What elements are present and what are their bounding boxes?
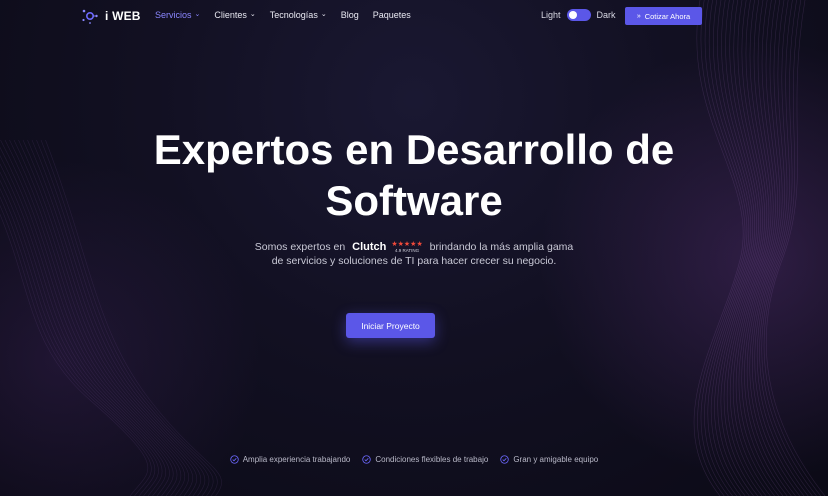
nav-item-label: Servicios xyxy=(155,10,192,20)
nav-item-label: Tecnologías xyxy=(269,10,318,20)
wave-line xyxy=(756,0,809,496)
hero-sub-before: Somos expertos en xyxy=(254,241,346,253)
feature-label: Amplia experiencia trabajando xyxy=(242,455,351,464)
feature-list: Amplia experiencia trabajando Condicione… xyxy=(0,455,828,464)
wave-line xyxy=(700,0,748,496)
clutch-rating-text: 4.9 RATING xyxy=(394,247,420,253)
wave-line xyxy=(723,0,762,496)
feature-label: Condiciones flexibles de trabajo xyxy=(375,455,489,464)
cotizar-ahora-label: Cotizar Ahora xyxy=(644,11,691,21)
wave-line xyxy=(714,0,755,496)
wave-line xyxy=(749,0,796,496)
feature-item: Gran y amigable equipo xyxy=(500,455,598,464)
star-rating-icon: ★★★★★ xyxy=(391,240,423,248)
wave-line xyxy=(761,0,817,496)
theme-dark-label: Dark xyxy=(596,10,616,20)
chevron-down-icon: ⌄ xyxy=(194,10,201,18)
check-circle-icon xyxy=(500,455,509,464)
clutch-badge[interactable]: Clutch ★★★★★ 4.9 RATING xyxy=(352,240,423,254)
feature-item: Condiciones flexibles de trabajo xyxy=(362,455,488,464)
iniciar-proyecto-label: Iniciar Proyecto xyxy=(361,320,420,331)
wave-line xyxy=(741,0,784,496)
wave-line xyxy=(754,0,805,496)
check-circle-icon xyxy=(362,455,372,464)
wave-line xyxy=(732,0,771,496)
wave-line xyxy=(704,0,750,496)
wave-line xyxy=(707,0,752,496)
nav-item-label: Clientes xyxy=(214,10,247,20)
wave-line xyxy=(697,0,746,496)
nav-item-clientes[interactable]: Clientes ⌄ xyxy=(214,10,255,20)
nav-item-label: Blog xyxy=(340,10,359,20)
chevron-down-icon: ⌄ xyxy=(320,10,327,18)
brand-logo[interactable]: i WEB xyxy=(81,7,141,25)
theme-toggle[interactable] xyxy=(566,9,591,21)
wave-line xyxy=(746,0,792,496)
wave-line xyxy=(693,0,744,496)
wave-line xyxy=(720,0,759,496)
hero-title-line1: Expertos en Desarrollo de xyxy=(153,126,675,173)
wave-line xyxy=(765,0,826,496)
nav-item-label: Paquetes xyxy=(372,10,411,20)
theme-light-label: Light xyxy=(541,10,561,20)
wave-line xyxy=(759,0,813,496)
top-nav: i WEB Servicios ⌄ Clientes ⌄ Tecnologías… xyxy=(0,0,828,32)
hero-title: Expertos en Desarrollo de Software xyxy=(0,124,828,226)
iniciar-proyecto-button[interactable]: Iniciar Proyecto xyxy=(346,313,435,338)
feature-label: Gran y amigable equipo xyxy=(513,455,599,464)
wave-line xyxy=(710,0,753,496)
wave-line xyxy=(717,0,757,496)
wave-line xyxy=(763,0,822,496)
clutch-rating: ★★★★★ 4.9 RATING xyxy=(391,241,422,254)
wave-line xyxy=(726,0,764,496)
wave-line xyxy=(751,0,801,496)
main-menu: Servicios ⌄ Clientes ⌄ Tecnologías ⌄ Blo… xyxy=(155,10,411,20)
cotizar-ahora-button[interactable]: » Cotizar Ahora xyxy=(625,7,702,25)
nav-item-blog[interactable]: Blog xyxy=(341,10,359,20)
feature-item: Amplia experiencia trabajando xyxy=(230,455,351,464)
brand-name: i WEB xyxy=(105,9,141,23)
nav-item-tecnologias[interactable]: Tecnologías ⌄ xyxy=(270,10,327,20)
hero-title-line2: Software xyxy=(325,177,503,224)
hero-subtitle: Somos expertos en Clutch ★★★★★ 4.9 RATIN… xyxy=(248,240,580,268)
check-circle-icon xyxy=(230,455,239,464)
clutch-logo: Clutch xyxy=(352,241,387,254)
theme-switcher: Light Dark xyxy=(541,9,616,21)
wave-line xyxy=(744,0,788,496)
wave-line xyxy=(735,0,775,496)
wave-line xyxy=(738,0,780,496)
chevron-down-icon: ⌄ xyxy=(249,10,256,18)
toggle-knob xyxy=(568,11,577,19)
double-chevron-right-icon: » xyxy=(636,12,641,20)
nav-item-servicios[interactable]: Servicios ⌄ xyxy=(155,10,200,20)
logo-icon xyxy=(82,9,98,24)
wave-line xyxy=(729,0,767,496)
nav-item-paquetes[interactable]: Paquetes xyxy=(373,10,411,20)
